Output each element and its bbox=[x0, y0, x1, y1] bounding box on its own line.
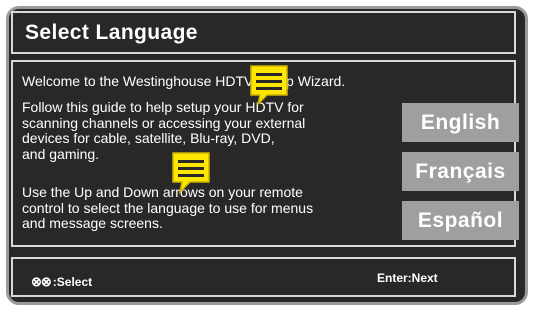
select-hint-label: :Select bbox=[52, 275, 93, 289]
instructions-line: scanning channels or accessing your exte… bbox=[22, 114, 306, 131]
select-hint: ⊗⊗:Select bbox=[31, 274, 92, 290]
instructions-line: and gaming. bbox=[22, 145, 100, 162]
welcome-text: Welcome to the Westinghouse HDTV Setup W… bbox=[22, 73, 346, 89]
language-button-francais[interactable]: Français bbox=[402, 152, 519, 191]
page-title: Select Language bbox=[25, 21, 198, 44]
language-button-english[interactable]: English bbox=[402, 103, 519, 142]
navigation-help-line: control to select the language to use fo… bbox=[22, 199, 314, 216]
next-hint: Enter:Next bbox=[377, 271, 438, 285]
sticky-note-icon bbox=[172, 152, 210, 194]
navigation-help-line: Use the Up and Down arrows on your remot… bbox=[22, 184, 303, 200]
navigation-help-line: and message screens. bbox=[22, 215, 163, 231]
footer-bar: ⊗⊗:Select Enter:Next bbox=[11, 257, 516, 297]
language-button-espanol[interactable]: Español bbox=[402, 201, 519, 240]
navigation-help-paragraph: Use the Up and Down arrows on your remot… bbox=[22, 184, 402, 232]
up-down-arrows-icon: ⊗⊗ bbox=[31, 274, 52, 289]
sticky-note-icon bbox=[250, 65, 288, 105]
instructions-line: devices for cable, satellite, Blu-ray, D… bbox=[22, 130, 275, 146]
title-bar: Select Language bbox=[11, 11, 516, 54]
instructions-paragraph: Follow this guide to help setup your HDT… bbox=[22, 99, 402, 162]
instructions-line: Follow this guide to help setup your HDT… bbox=[22, 99, 304, 115]
